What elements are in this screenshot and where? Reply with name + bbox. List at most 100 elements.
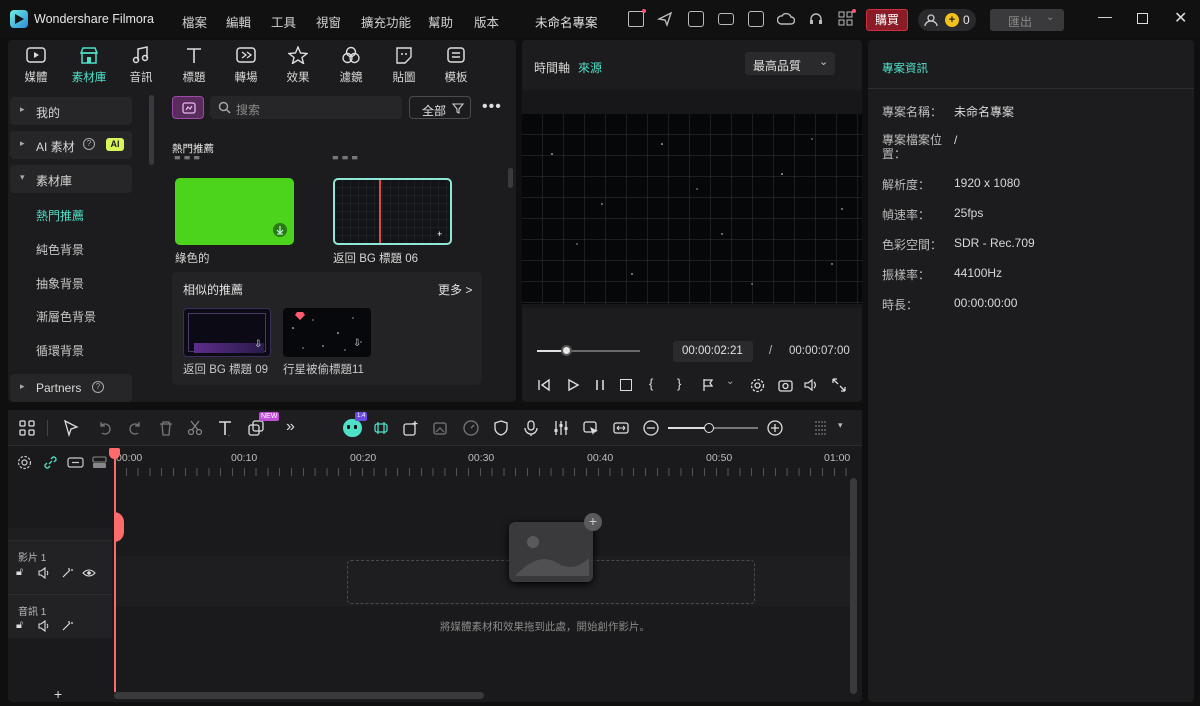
ai-feature-button[interactable] (172, 96, 204, 119)
similar-thumbnail[interactable]: ⇩ (283, 308, 371, 357)
preview-viewport[interactable] (522, 90, 862, 308)
gift-icon[interactable] (628, 11, 644, 27)
headset-icon[interactable] (808, 11, 824, 27)
shield-icon[interactable] (492, 419, 510, 437)
crop-transform-icon[interactable] (247, 419, 265, 437)
green-screen-thumbnail[interactable] (175, 178, 294, 245)
more-link[interactable]: 更多 > (438, 281, 472, 298)
more-options-icon[interactable]: ••• (482, 98, 502, 116)
search-input[interactable]: 搜索 (210, 96, 402, 119)
apps-grid-icon[interactable] (838, 11, 854, 27)
save-icon[interactable] (748, 11, 764, 27)
chevron-down-icon[interactable]: ⌄ (726, 376, 734, 387)
previous-frame-icon[interactable] (537, 378, 551, 392)
magic-wand-icon[interactable] (61, 567, 73, 579)
more-tools-icon[interactable]: » (286, 418, 295, 436)
menu-extensions[interactable]: 擴充功能 (361, 12, 411, 31)
mute-speaker-icon[interactable] (38, 567, 51, 579)
marker-flag-icon[interactable] (701, 378, 715, 392)
close-icon[interactable]: ✕ (1174, 8, 1187, 28)
library-scrollbar[interactable] (508, 168, 513, 188)
tab-stickers[interactable]: 貼圖 (384, 46, 424, 85)
auto-sync-icon[interactable] (372, 419, 390, 437)
download-icon[interactable]: ⇩ (353, 338, 361, 349)
download-icon[interactable] (273, 223, 287, 237)
buy-button[interactable]: 購買 (866, 9, 908, 31)
snapshot-camera-icon[interactable] (778, 378, 793, 392)
sidebar-item-ai-assets[interactable]: ▸ AI 素材 ? AI (10, 131, 132, 159)
sidebar-item-gradient-bg[interactable]: 漸層色背景 (36, 308, 96, 325)
mark-in-icon[interactable]: { (649, 376, 653, 391)
mute-speaker-icon[interactable] (38, 620, 51, 632)
stop-icon[interactable] (620, 379, 632, 391)
sidebar-item-loop-bg[interactable]: 循環背景 (36, 342, 84, 359)
tab-filters[interactable]: 濾鏡 (331, 46, 371, 85)
link-icon[interactable] (43, 455, 58, 470)
tab-templates[interactable]: 模板 (436, 46, 476, 85)
volume-icon[interactable] (804, 378, 819, 392)
sidebar-item-stock-library[interactable]: ▾ 素材庫 (10, 165, 132, 193)
menu-help[interactable]: 幫助 (428, 12, 453, 31)
select-pointer-icon[interactable] (62, 419, 80, 437)
playback-scrubber-handle[interactable] (560, 345, 572, 356)
undo-icon[interactable] (96, 419, 114, 437)
auto-ripple-icon[interactable] (67, 456, 84, 469)
sidebar-scrollbar[interactable] (149, 95, 154, 165)
ai-robot-icon[interactable] (343, 419, 362, 437)
replace-clip-icon[interactable] (582, 419, 600, 437)
sidebar-item-solid-bg[interactable]: 純色背景 (36, 241, 84, 258)
add-effect-icon[interactable] (402, 419, 420, 437)
chevron-down-icon[interactable]: ▾ (838, 420, 843, 431)
settings-gear-icon[interactable] (750, 378, 765, 393)
track-lock-icon[interactable]: 🔓︎ (16, 566, 23, 579)
mark-out-icon[interactable]: } (677, 376, 681, 391)
minimize-icon[interactable]: — (1098, 8, 1112, 24)
menu-tools[interactable]: 工具 (271, 12, 296, 31)
timeline-horizontal-scrollbar[interactable] (114, 692, 484, 699)
playhead-handle[interactable] (109, 448, 120, 459)
sidebar-item-mine[interactable]: ▸ 我的 (10, 97, 132, 125)
audio-mixer-icon[interactable] (552, 419, 570, 437)
send-icon[interactable] (657, 11, 673, 27)
zoom-slider-track[interactable] (668, 423, 758, 433)
export-button[interactable]: 匯出 ⌄ (990, 9, 1064, 31)
tab-timeline-preview[interactable]: 時間軸 (534, 59, 570, 76)
eye-visibility-icon[interactable] (82, 568, 96, 578)
scissors-icon[interactable] (186, 419, 204, 437)
zoom-in-icon[interactable] (766, 419, 784, 437)
pause-icon[interactable] (594, 379, 606, 391)
playback-progress-track[interactable] (537, 345, 640, 356)
review-icon[interactable] (688, 11, 704, 27)
similar-thumbnail[interactable]: ⇩ (183, 308, 271, 357)
text-tool-icon[interactable]: . (216, 419, 234, 437)
sidebar-item-trending[interactable]: 熱門推薦 (36, 207, 84, 224)
help-icon[interactable]: ? (92, 381, 104, 393)
redo-icon[interactable] (126, 419, 144, 437)
timeline-vertical-scrollbar[interactable] (850, 478, 857, 694)
tab-source-preview[interactable]: 來源 (578, 59, 602, 76)
sidebar-item-abstract-bg[interactable]: 抽象背景 (36, 275, 84, 292)
magic-wand-icon[interactable] (61, 620, 73, 632)
track-settings-icon[interactable] (17, 455, 32, 470)
add-media-plus-icon[interactable]: + (584, 513, 602, 531)
help-icon[interactable]: ? (83, 138, 95, 150)
tab-media[interactable]: 媒體 (16, 46, 56, 85)
cloud-upload-icon[interactable] (777, 11, 795, 27)
play-icon[interactable] (566, 378, 580, 392)
track-layout-icon[interactable] (92, 456, 107, 469)
account-button[interactable]: + 0 (918, 9, 976, 31)
zoom-out-icon[interactable] (642, 419, 660, 437)
tab-titles[interactable]: 標題 (174, 46, 214, 85)
tab-stock-library[interactable]: 素材庫 (69, 46, 109, 85)
maximize-icon[interactable] (1137, 13, 1148, 24)
tab-audio[interactable]: 音訊 (121, 46, 161, 85)
layout-grid-icon[interactable] (18, 419, 36, 437)
menu-file[interactable]: 檔案 (182, 12, 207, 31)
track-height-icon[interactable] (812, 419, 830, 437)
track-lock-icon[interactable]: 🔓︎ (16, 619, 23, 632)
fullscreen-icon[interactable] (832, 378, 846, 392)
menu-edit[interactable]: 編輯 (226, 12, 251, 31)
tab-transitions[interactable]: 轉場 (226, 46, 266, 85)
sidebar-item-partners[interactable]: ▸ Partners ? (10, 374, 132, 402)
image-edit-icon[interactable] (432, 419, 450, 437)
